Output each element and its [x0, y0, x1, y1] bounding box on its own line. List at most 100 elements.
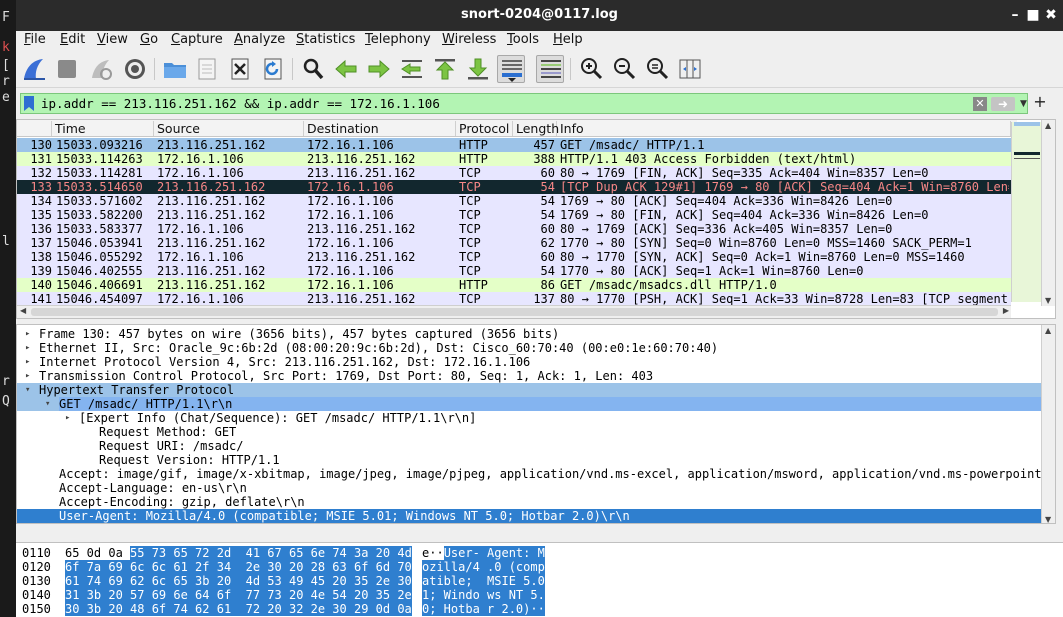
options-gear-icon[interactable] — [121, 55, 149, 83]
packet-row[interactable]: 130 15033.093216 213.116.251.162 172.16.1.1… — [17, 138, 1011, 152]
minimize-button[interactable]: – — [1006, 6, 1024, 24]
go-back-icon[interactable] — [332, 55, 360, 83]
clear-filter-icon[interactable]: ✕ — [973, 97, 987, 111]
packet-row[interactable]: 141 15046.454097 172.16.1.106 213.116.251.1… — [17, 292, 1011, 306]
menu-tools[interactable]: Tools — [507, 32, 539, 47]
reload-icon[interactable] — [259, 55, 287, 83]
detail-row[interactable]: ▸ Ethernet II, Src: Oracle_9c:6b:2d (08:0… — [17, 341, 1041, 355]
column-header-info[interactable]: Info — [557, 121, 1011, 136]
packet-cell-time: 15033.114263 — [56, 152, 143, 166]
packet-bytes: 0110 65 0d 0a 55 73 65 72 2d 41 67 65 6e … — [16, 542, 1063, 617]
menu-view[interactable]: View — [97, 32, 128, 47]
expanded-arrow-icon[interactable]: ▾ — [25, 383, 35, 397]
hex-bytes[interactable]: 30 3b 20 48 6f 74 62 61 72 20 32 2e 30 2… — [65, 602, 412, 616]
apply-filter-icon[interactable]: ➜ — [991, 97, 1015, 111]
last-packet-icon[interactable] — [464, 55, 492, 83]
detail-row[interactable]: ▾ Hypertext Transfer Protocol — [17, 383, 1041, 397]
packet-row[interactable]: 136 15033.583377 172.16.1.106 213.116.251.1… — [17, 222, 1011, 236]
packet-row[interactable]: 135 15033.582200 213.116.251.162 172.16.1.1… — [17, 208, 1011, 222]
packet-minimap[interactable] — [1011, 122, 1041, 302]
detail-row[interactable]: Accept-Encoding: gzip, deflate\r\n — [17, 495, 1041, 509]
detail-row[interactable]: ▸ Frame 130: 457 bytes on wire (3656 bits… — [17, 327, 1041, 341]
zoom-out-icon[interactable] — [610, 55, 638, 83]
expanded-arrow-icon[interactable]: ▾ — [45, 397, 55, 411]
maximize-button[interactable]: ■ — [1024, 6, 1042, 24]
filter-history-dropdown-icon[interactable]: ▼ — [1020, 97, 1030, 111]
column-header-time[interactable]: Time — [52, 121, 154, 136]
hex-ascii[interactable]: e··User- Agent: M — [422, 546, 545, 560]
packet-row[interactable]: 132 15033.114281 172.16.1.106 213.116.251.1… — [17, 166, 1011, 180]
detail-row[interactable]: Host: lab.wiretrip.net\r\n — [17, 523, 1041, 524]
go-to-packet-icon[interactable] — [398, 55, 426, 83]
packet-cell-dst: 172.16.1.106 — [307, 138, 394, 152]
column-header-protocol[interactable]: Protocol — [456, 121, 513, 136]
zoom-in-icon[interactable] — [577, 55, 605, 83]
detail-row[interactable]: Request Method: GET — [17, 425, 1041, 439]
detail-row[interactable]: Request URI: /msadc/ — [17, 439, 1041, 453]
restart-icon[interactable] — [87, 55, 115, 83]
column-header-length[interactable]: Length — [513, 121, 559, 136]
detail-row[interactable]: Request Version: HTTP/1.1 — [17, 453, 1041, 467]
first-packet-icon[interactable] — [431, 55, 459, 83]
add-filter-button-icon[interactable]: + — [1033, 93, 1047, 111]
column-header-destination[interactable]: Destination — [304, 121, 456, 136]
hex-bytes[interactable]: 31 3b 20 57 69 6e 64 6f 77 73 20 4e 54 2… — [65, 588, 412, 602]
hex-bytes[interactable]: 65 0d 0a 55 73 65 72 2d 41 67 65 6e 74 3… — [65, 546, 412, 560]
menu-capture[interactable]: Capture — [171, 32, 223, 47]
menu-statistics[interactable]: Statistics — [296, 32, 355, 47]
menu-edit[interactable]: Edit — [60, 32, 85, 47]
menu-go[interactable]: Go — [140, 32, 158, 47]
menu-analyze[interactable]: Analyze — [234, 32, 285, 47]
close-button[interactable]: ✖ — [1042, 6, 1060, 24]
packet-row[interactable]: 138 15046.055292 172.16.1.106 213.116.251.1… — [17, 250, 1011, 264]
find-icon[interactable] — [299, 55, 327, 83]
detail-row[interactable]: Accept-Language: en-us\r\n — [17, 481, 1041, 495]
detail-row[interactable]: Accept: image/gif, image/x-xbitmap, imag… — [17, 467, 1041, 481]
packet-row[interactable]: 133 15033.514650 213.116.251.162 172.16.1.1… — [17, 180, 1011, 194]
resize-columns-icon[interactable] — [676, 55, 704, 83]
menu-help[interactable]: Help — [553, 32, 583, 47]
collapsed-arrow-icon[interactable]: ▸ — [25, 355, 35, 369]
packet-row[interactable]: 137 15046.053941 213.116.251.162 172.16.1.1… — [17, 236, 1011, 250]
save-file-icon[interactable] — [193, 55, 221, 83]
detail-row[interactable]: ▸ Internet Protocol Version 4, Src: 213.1… — [17, 355, 1041, 369]
column-header-no[interactable] — [17, 121, 52, 136]
hex-bytes[interactable]: 6f 7a 69 6c 6c 61 2f 34 2e 30 20 28 63 6… — [65, 560, 412, 574]
detail-row[interactable]: ▸ Transmission Control Protocol, Src Port… — [17, 369, 1041, 383]
packet-row[interactable]: 131 15033.114263 172.16.1.106 213.116.251.1… — [17, 152, 1011, 166]
collapsed-arrow-icon[interactable]: ▸ — [25, 369, 35, 383]
hex-ascii[interactable]: ozilla/4 .0 (comp — [422, 560, 545, 574]
packet-cell-no: 136 — [30, 222, 52, 236]
detail-row[interactable]: User-Agent: Mozilla/4.0 (compatible; MSI… — [17, 509, 1041, 523]
collapsed-arrow-icon[interactable]: ▸ — [25, 327, 35, 341]
packet-cell-dst: 172.16.1.106 — [307, 236, 394, 250]
go-forward-icon[interactable] — [365, 55, 393, 83]
menu-telephony[interactable]: Telephony — [365, 32, 431, 47]
packet-row[interactable]: 139 15046.402555 213.116.251.162 172.16.1.1… — [17, 264, 1011, 278]
column-header-source[interactable]: Source — [154, 121, 304, 136]
display-filter-input[interactable]: ip.addr == 213.116.251.162 && ip.addr ==… — [20, 93, 1028, 114]
normal-size-icon[interactable] — [643, 55, 671, 83]
autoscroll-icon[interactable] — [497, 55, 525, 83]
hex-ascii[interactable]: 0; Hotba r 2.0)·· — [422, 602, 545, 616]
collapsed-arrow-icon[interactable]: ▸ — [25, 341, 35, 355]
stop-icon[interactable] — [53, 55, 81, 83]
close-file-icon[interactable] — [226, 55, 254, 83]
detail-row[interactable]: ▾ GET /msadc/ HTTP/1.1\r\n — [17, 397, 1041, 411]
hex-bytes[interactable]: 61 74 69 62 6c 65 3b 20 4d 53 49 45 20 3… — [65, 574, 412, 588]
hex-ascii[interactable]: 1; Windo ws NT 5. — [422, 588, 545, 602]
shark-fin-start-icon[interactable] — [19, 55, 47, 83]
packet-row[interactable]: 134 15033.571602 213.116.251.162 172.16.1.1… — [17, 194, 1011, 208]
detail-row[interactable]: ▸ [Expert Info (Chat/Sequence): GET /msad… — [17, 411, 1041, 425]
menu-file[interactable]: File — [24, 32, 46, 47]
collapsed-arrow-icon[interactable]: ▸ — [65, 411, 75, 425]
details-vscrollbar[interactable]: ▲ ▼ — [1041, 325, 1055, 523]
menu-wireless[interactable]: Wireless — [442, 32, 496, 47]
packet-row[interactable]: 140 15046.406691 213.116.251.162 172.16.1.1… — [17, 278, 1011, 292]
packet-list-hscrollbar[interactable]: ◀ ▶ — [17, 305, 1011, 318]
colorize-icon[interactable] — [536, 55, 564, 83]
open-folder-icon[interactable] — [161, 55, 189, 83]
filter-bookmark-icon[interactable] — [24, 96, 34, 111]
packet-list-vscrollbar[interactable]: ▲ ▼ — [1041, 120, 1055, 306]
hex-ascii[interactable]: atible; MSIE 5.0 — [422, 574, 545, 588]
